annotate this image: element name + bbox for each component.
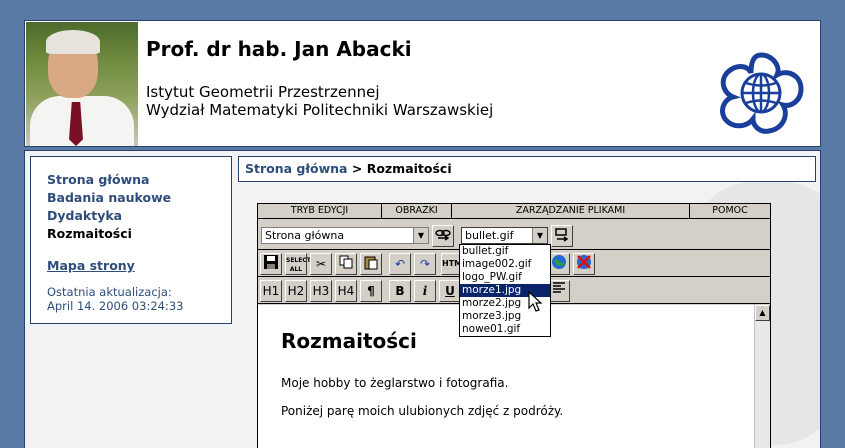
paste-button[interactable] <box>360 253 382 275</box>
tab-edit-mode[interactable]: TRYB EDYCJI <box>258 204 382 219</box>
university-logo-icon <box>720 52 804 134</box>
sidebar: Strona główna Badania naukowe Dydaktyka … <box>30 156 232 324</box>
delete-icon <box>577 255 591 269</box>
copy-button[interactable] <box>335 253 357 275</box>
main-panel: Strona główna Badania naukowe Dydaktyka … <box>24 150 821 448</box>
align-icon <box>553 282 565 293</box>
faculty-name: Wydział Matematyki Politechniki Warszaws… <box>146 101 494 119</box>
link-page-button[interactable] <box>432 225 454 247</box>
undo-icon: ↶ <box>394 257 406 271</box>
sidebar-item-teaching[interactable]: Dydaktyka <box>47 207 215 225</box>
heading-3-button[interactable]: H3 <box>310 280 332 302</box>
italic-button[interactable]: i <box>414 280 436 302</box>
globe-icon <box>552 255 566 269</box>
cut-button[interactable]: ✂ <box>310 253 332 275</box>
last-update-date: April 14. 2006 03:24:33 <box>47 299 184 313</box>
sidebar-item-research[interactable]: Badania naukowe <box>47 189 215 207</box>
remove-link-button[interactable] <box>573 253 595 275</box>
paste-icon <box>364 256 378 270</box>
sidebar-item-miscellany[interactable]: Rozmaitości <box>47 225 215 243</box>
breadcrumb-separator: > <box>351 161 363 176</box>
undo-button[interactable]: ↶ <box>389 253 411 275</box>
image-option[interactable]: image002.gif <box>460 258 550 271</box>
page-select-value: Strona główna <box>265 229 345 242</box>
content-heading: Rozmaitości <box>281 329 417 353</box>
chevron-down-icon: ▼ <box>532 228 547 243</box>
content-paragraph: Moje hobby to żeglarstwo i fotografia. <box>281 376 509 390</box>
breadcrumb-home-link[interactable]: Strona główna <box>245 161 347 176</box>
scroll-up-icon[interactable]: ▲ <box>755 305 770 321</box>
heading-1-button[interactable]: H1 <box>260 280 282 302</box>
breadcrumb: Strona główna > Rozmaitości <box>238 156 816 182</box>
tab-help[interactable]: POMOC <box>690 204 770 219</box>
heading-2-button[interactable]: H2 <box>285 280 307 302</box>
tab-images[interactable]: OBRAZKI <box>382 204 452 219</box>
page-select[interactable]: Strona główna ▼ <box>261 227 429 244</box>
underline-button[interactable]: U <box>439 280 461 302</box>
tab-file-management[interactable]: ZARZĄDZANIE PLIKAMI <box>452 204 690 219</box>
paragraph-button[interactable]: ¶ <box>360 280 382 302</box>
web-link-button[interactable] <box>548 253 570 275</box>
bold-button[interactable]: B <box>389 280 411 302</box>
image-select-value: bullet.gif <box>465 229 514 242</box>
image-option[interactable]: bullet.gif <box>460 245 550 258</box>
cut-icon: ✂ <box>315 257 327 271</box>
sidebar-item-home[interactable]: Strona główna <box>47 171 215 189</box>
link-icon <box>435 229 451 241</box>
image-option[interactable]: logo_PW.gif <box>460 271 550 284</box>
vertical-scrollbar[interactable]: ▲ <box>754 305 770 448</box>
image-option[interactable]: nowe01.gif <box>460 323 550 336</box>
save-button[interactable] <box>260 253 282 275</box>
content-paragraph: Poniżej parę moich ulubionych zdjęć z po… <box>281 404 564 418</box>
redo-button[interactable]: ↷ <box>414 253 436 275</box>
page-header: Prof. dr hab. Jan Abacki Istytut Geometr… <box>24 20 821 147</box>
insert-image-button[interactable] <box>551 225 573 247</box>
heading-4-button[interactable]: H4 <box>335 280 357 302</box>
last-update-label: Ostatnia aktualizacja: <box>47 285 172 299</box>
sitemap-link[interactable]: Mapa strony <box>47 257 215 275</box>
profile-photo <box>26 22 138 146</box>
chevron-down-icon: ▼ <box>413 228 428 243</box>
editor-tabs: TRYB EDYCJI OBRAZKI ZARZĄDZANIE PLIKAMI … <box>258 204 770 219</box>
copy-icon <box>339 255 353 269</box>
select-all-button[interactable]: SELECT ALL <box>285 253 311 275</box>
breadcrumb-current: Rozmaitości <box>366 161 452 176</box>
institute-name: Istytut Geometrii Przestrzennej <box>146 83 380 101</box>
image-select[interactable]: bullet.gif ▼ <box>461 227 548 244</box>
mouse-cursor-icon <box>528 291 543 312</box>
redo-icon: ↷ <box>419 257 431 271</box>
save-icon <box>264 255 278 269</box>
professor-name: Prof. dr hab. Jan Abacki <box>146 37 412 61</box>
align-button[interactable] <box>548 280 570 302</box>
insert-image-icon <box>555 228 569 242</box>
